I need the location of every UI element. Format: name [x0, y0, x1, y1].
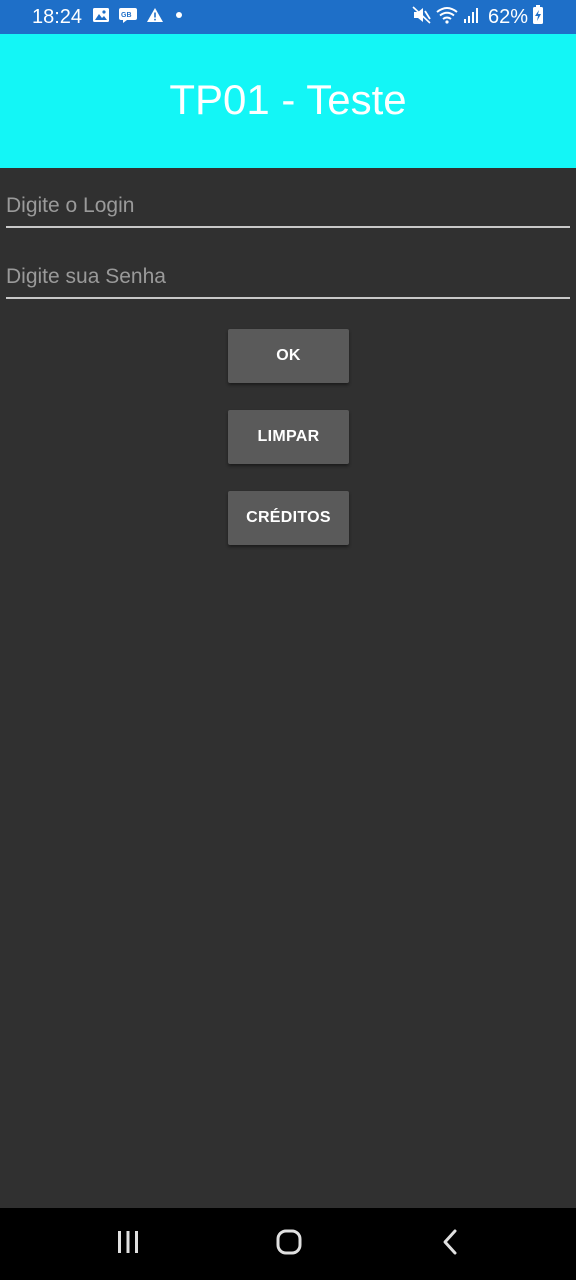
status-bar: 18:24 GB 62%	[0, 0, 576, 34]
navigation-bar	[0, 1208, 576, 1280]
creditos-button[interactable]: CRÉDITOS	[228, 491, 349, 545]
mute-icon	[412, 5, 432, 29]
battery-percent: 62%	[487, 6, 528, 28]
home-button[interactable]	[267, 1226, 311, 1262]
gallery-icon	[92, 7, 110, 28]
recents-button[interactable]	[106, 1226, 150, 1262]
back-icon	[440, 1228, 460, 1261]
login-input[interactable]	[6, 188, 570, 224]
status-icons-left: GB	[92, 7, 186, 28]
recents-icon	[115, 1229, 141, 1260]
rcs-icon: GB	[118, 7, 138, 28]
svg-text:GB: GB	[121, 12, 132, 19]
limpar-button[interactable]: LIMPAR	[228, 410, 349, 464]
back-button[interactable]	[428, 1226, 472, 1262]
app-bar: TP01 - Teste	[0, 34, 576, 168]
password-field	[6, 259, 570, 299]
signal-icon	[462, 6, 480, 29]
password-input[interactable]	[6, 259, 570, 295]
home-icon	[275, 1228, 303, 1261]
app-title: TP01 - Teste	[169, 76, 407, 123]
status-time: 18:24	[32, 6, 83, 28]
login-field	[6, 188, 570, 228]
ok-button[interactable]: OK	[228, 329, 349, 383]
battery-icon	[532, 4, 544, 30]
status-icons-right: 62%	[412, 4, 544, 30]
wifi-icon	[436, 6, 458, 29]
dot-icon	[172, 7, 186, 28]
warning-icon	[146, 7, 164, 28]
